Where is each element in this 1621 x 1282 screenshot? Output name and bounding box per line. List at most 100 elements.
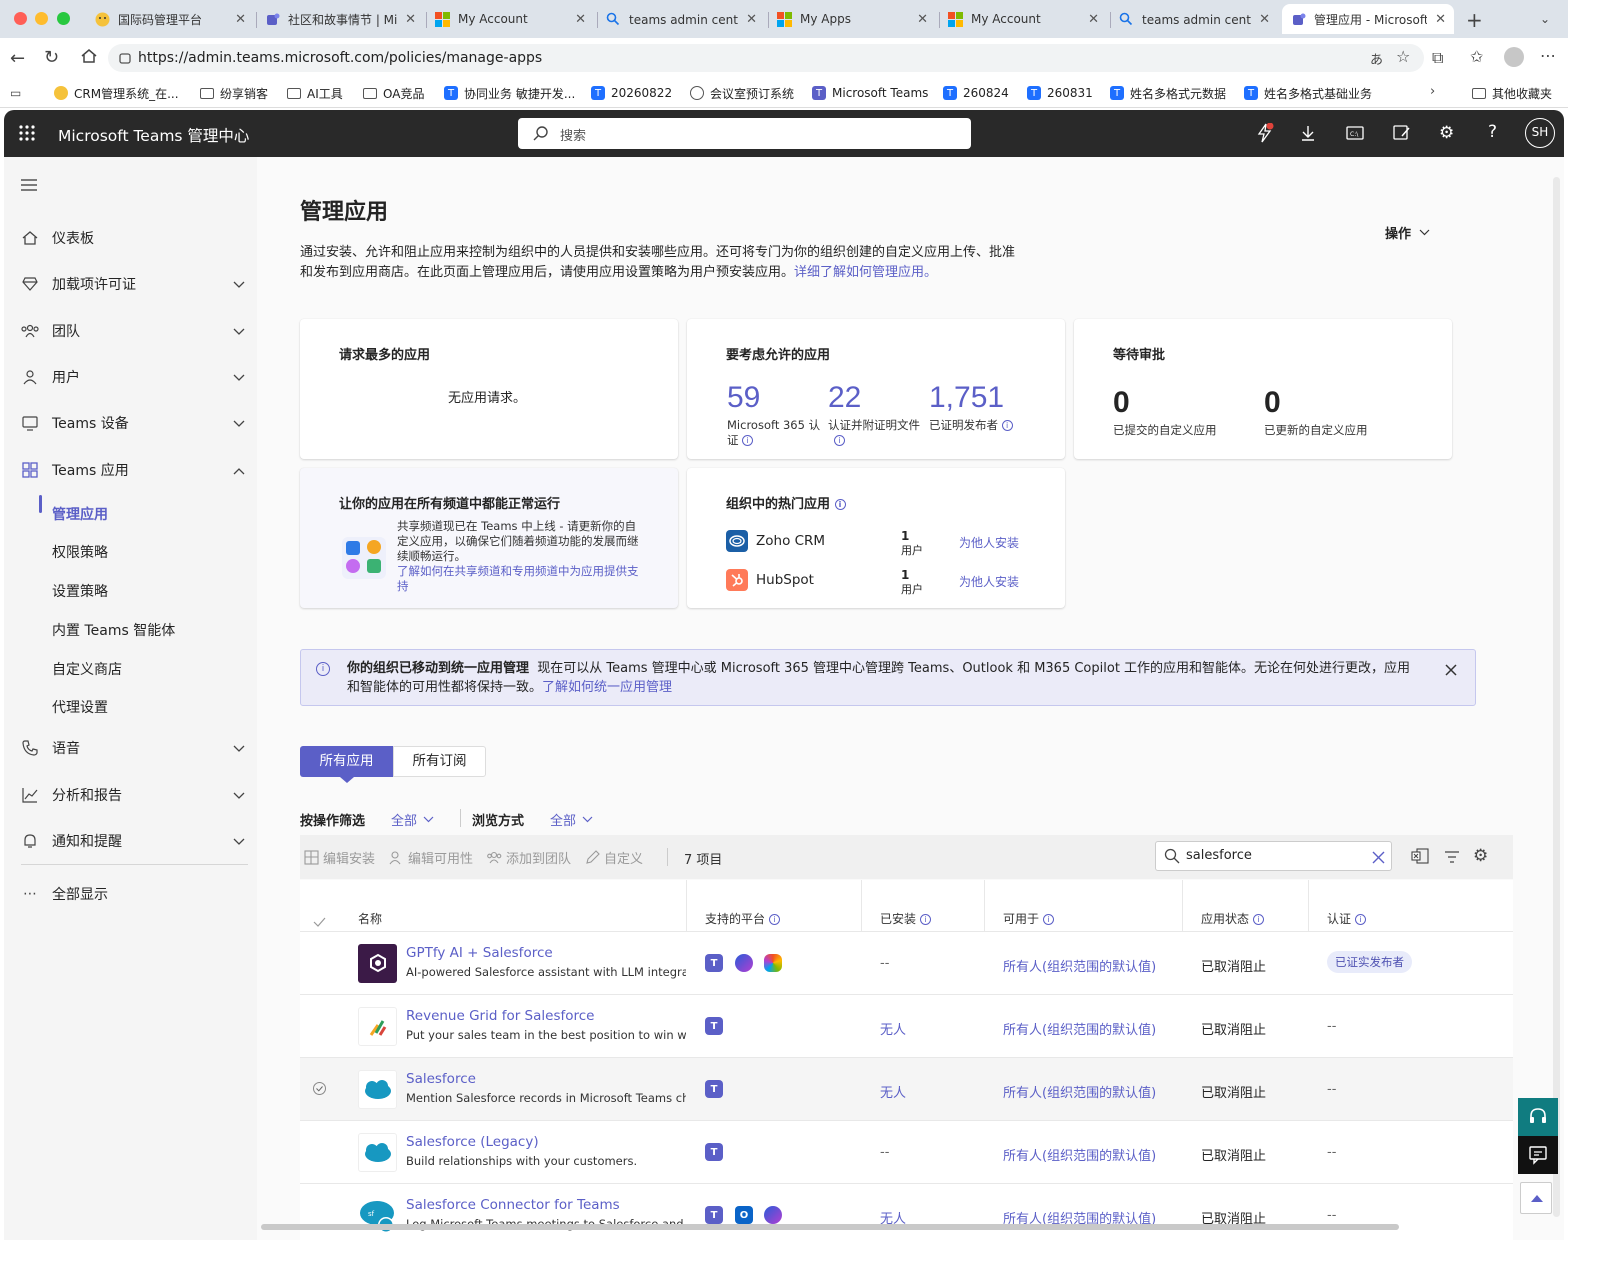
bookmark-folder[interactable]: AI工具 xyxy=(287,84,343,102)
nav-users[interactable]: 用户 xyxy=(4,357,257,397)
unified-management-link[interactable]: 了解如何统一应用管理 xyxy=(542,680,672,695)
browser-tab[interactable]: My Apps ✕ xyxy=(768,4,936,34)
reload-icon[interactable]: ↻ xyxy=(44,47,59,68)
availability-link[interactable]: 所有人(组织范围的默认值) xyxy=(1003,956,1156,975)
settings-gear-icon[interactable]: ⚙ xyxy=(1439,123,1454,143)
bookmark-item[interactable]: T 姓名多格式元数据 xyxy=(1110,84,1226,102)
browser-tab[interactable]: 国际码管理平台 ✕ xyxy=(86,4,254,34)
tab-all-subscriptions[interactable]: 所有订阅 xyxy=(393,746,486,777)
availability-link[interactable]: 所有人(组织范围的默认值) xyxy=(1003,1082,1156,1101)
subnav-manage-apps[interactable]: 管理应用 xyxy=(52,504,108,524)
subnav-agent-settings[interactable]: 代理设置 xyxy=(52,697,108,717)
tab-all-apps[interactable]: 所有应用 xyxy=(300,746,393,777)
more-menu-icon[interactable]: ⋯ xyxy=(1540,46,1556,65)
attested-count[interactable]: 22 xyxy=(828,381,861,415)
nav-teams-devices[interactable]: Teams 设备 xyxy=(4,403,257,443)
download-icon[interactable] xyxy=(1300,124,1316,146)
popular-app-name[interactable]: Zoho CRM xyxy=(756,533,825,549)
close-tab-icon[interactable]: ✕ xyxy=(1435,12,1446,27)
extensions-icon[interactable]: ⧉ xyxy=(1432,48,1443,68)
col-header-installed[interactable]: 已安装 i xyxy=(880,910,931,927)
browser-tab[interactable]: teams admin center - 搜索 ✕ xyxy=(597,4,765,34)
edit-availability-button[interactable]: 编辑可用性 xyxy=(389,848,473,867)
updated-custom-apps-count[interactable]: 0 xyxy=(1264,386,1281,420)
close-tab-icon[interactable]: ✕ xyxy=(1259,12,1270,27)
nav-dashboard[interactable]: 仪表板 xyxy=(4,218,257,258)
bookmark-item[interactable]: T 姓名多格式基础业务 xyxy=(1244,84,1372,102)
home-icon[interactable] xyxy=(80,47,98,69)
close-icon[interactable] xyxy=(1444,662,1458,681)
address-field[interactable]: https://admin.teams.microsoft.com/polici… xyxy=(108,44,1424,72)
browser-tab-active[interactable]: 管理应用 - Microsoft Teams ✕ xyxy=(1282,4,1454,34)
hamburger-menu-icon[interactable] xyxy=(20,176,38,195)
cli-icon[interactable]: C:\ xyxy=(1346,125,1364,145)
favorite-star-icon[interactable]: ☆ xyxy=(1396,47,1410,66)
bookmark-folder[interactable]: OA竞品 xyxy=(363,84,424,102)
browse-by-dropdown[interactable]: 全部 xyxy=(550,810,593,829)
bookmark-item[interactable]: CRM管理系统_在... xyxy=(54,84,179,102)
col-header-available[interactable]: 可用于 i xyxy=(1003,910,1054,927)
row-select-checkbox[interactable] xyxy=(313,1082,326,1095)
app-launcher-icon[interactable] xyxy=(19,125,35,145)
installed-link[interactable]: 无人 xyxy=(880,1082,906,1101)
nav-teams-apps[interactable]: Teams 应用 xyxy=(4,450,257,490)
other-bookmarks-folder[interactable]: 其他收藏夹 xyxy=(1472,84,1552,102)
install-for-others-button[interactable]: 为他人安装 xyxy=(959,573,1019,590)
clear-search-icon[interactable] xyxy=(1372,849,1385,868)
filter-icon[interactable] xyxy=(1444,849,1460,868)
bookmark-folder[interactable]: 纷享销客 xyxy=(200,84,268,102)
subnav-builtin-agents[interactable]: 内置 Teams 智能体 xyxy=(52,620,175,640)
table-row[interactable]: Salesforce Mention Salesforce records in… xyxy=(300,1058,1513,1121)
actions-dropdown[interactable]: 操作 xyxy=(1385,223,1430,242)
shared-channels-link[interactable]: 了解如何在共享频道和专用频道中为应用提供支持 xyxy=(397,564,647,594)
popular-app-name[interactable]: HubSpot xyxy=(756,572,814,588)
subnav-custom-store[interactable]: 自定义商店 xyxy=(52,659,122,679)
table-search-input[interactable]: salesforce xyxy=(1155,841,1392,871)
chat-feedback-button[interactable] xyxy=(1518,1136,1558,1174)
translate-icon[interactable]: あ xyxy=(1370,49,1383,68)
filter-actions-dropdown[interactable]: 全部 xyxy=(391,810,434,829)
app-name-link[interactable]: Salesforce Connector for Teams xyxy=(406,1197,620,1213)
support-button[interactable] xyxy=(1518,1098,1558,1136)
sidebar-toggle-icon[interactable]: ▭ xyxy=(10,86,21,100)
close-tab-icon[interactable]: ✕ xyxy=(575,12,586,27)
app-name-link[interactable]: Salesforce (Legacy) xyxy=(406,1134,539,1150)
m365-certified-count[interactable]: 59 xyxy=(727,381,760,415)
edit-install-button[interactable]: 编辑安装 xyxy=(304,848,375,867)
app-name-link[interactable]: Revenue Grid for Salesforce xyxy=(406,1008,595,1024)
availability-link[interactable]: 所有人(组织范围的默认值) xyxy=(1003,1019,1156,1038)
availability-link[interactable]: 所有人(组织范围的默认值) xyxy=(1003,1145,1156,1164)
learn-manage-apps-link[interactable]: 详细了解如何管理应用。 xyxy=(794,265,937,280)
favorites-icon[interactable]: ✩ xyxy=(1470,47,1483,66)
nav-teams[interactable]: 团队 xyxy=(4,311,257,351)
back-arrow-icon[interactable]: ← xyxy=(10,48,25,69)
select-all-checkmark-icon[interactable] xyxy=(313,912,326,931)
site-info-icon[interactable] xyxy=(118,50,132,69)
nav-voice[interactable]: 语音 xyxy=(4,728,257,768)
browser-tab[interactable]: My Account ✕ xyxy=(426,4,594,34)
bookmarks-overflow-chevron-icon[interactable]: › xyxy=(1430,84,1435,99)
profile-avatar[interactable] xyxy=(1504,47,1524,67)
bookmark-item[interactable]: T Microsoft Teams xyxy=(812,84,928,102)
global-search-input[interactable]: 搜索 xyxy=(518,118,971,149)
close-tab-icon[interactable]: ✕ xyxy=(405,12,416,27)
feedback-icon[interactable] xyxy=(1393,124,1411,146)
export-excel-icon[interactable] xyxy=(1411,848,1429,868)
user-avatar[interactable]: SH xyxy=(1525,118,1555,148)
subnav-setup-policies[interactable]: 设置策略 xyxy=(52,581,108,601)
bookmark-item[interactable]: T 协同业务 敏捷开发... xyxy=(444,84,575,102)
bookmark-item[interactable]: 会议室预订系统 xyxy=(690,84,794,102)
new-tab-icon[interactable]: + xyxy=(1466,8,1483,32)
bookmark-item[interactable]: T 20260822 xyxy=(591,84,672,102)
verified-publisher-count[interactable]: 1,751 xyxy=(929,381,1004,415)
maximize-window-button[interactable] xyxy=(57,12,70,25)
table-row[interactable]: sf Salesforce Connector for Teams Log Mi… xyxy=(300,1184,1513,1240)
minimize-window-button[interactable] xyxy=(35,12,48,25)
browser-tab[interactable]: My Account ✕ xyxy=(939,4,1107,34)
col-header-name[interactable]: 名称 xyxy=(358,910,382,927)
col-header-certification[interactable]: 认证 i xyxy=(1327,910,1366,927)
nav-show-all[interactable]: ⋯ 全部显示 xyxy=(4,874,257,914)
table-row[interactable]: GPTfy AI + Salesforce AI-powered Salesfo… xyxy=(300,932,1513,995)
install-for-others-button[interactable]: 为他人安装 xyxy=(959,534,1019,551)
close-tab-icon[interactable]: ✕ xyxy=(917,12,928,27)
